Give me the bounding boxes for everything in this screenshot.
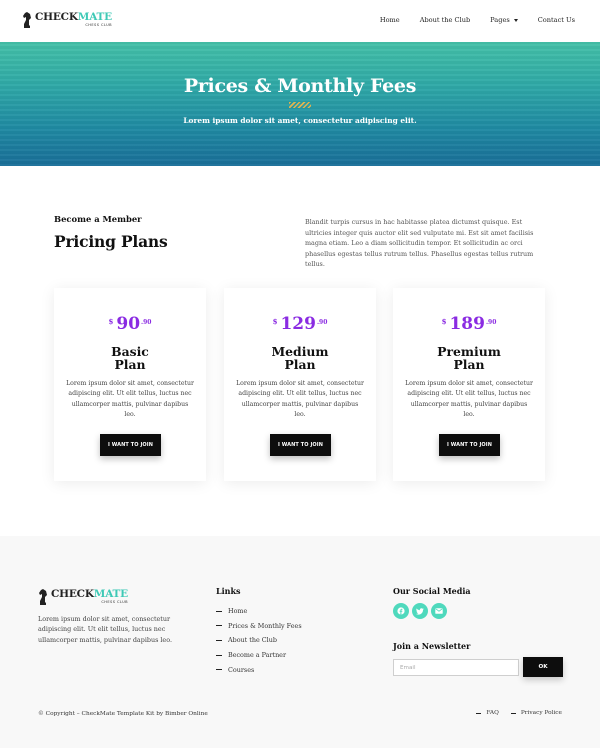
social-icons — [393, 603, 447, 619]
pricing-card-medium: $ 129 .90 Medium Plan Lorem ipsum dolor … — [224, 288, 376, 481]
price-currency: $ — [108, 317, 114, 326]
dash-icon — [510, 712, 516, 714]
dash-icon — [216, 610, 222, 612]
dash-icon — [216, 639, 222, 641]
plan-price: $ 90 .90 — [54, 315, 206, 333]
facebook-icon[interactable] — [393, 603, 409, 619]
plan-name-line2: Plan — [284, 357, 316, 372]
section-title: Pricing Plans — [54, 232, 168, 251]
footer-link-label: Home — [228, 607, 248, 616]
footer-link-home[interactable]: Home — [216, 604, 302, 619]
plan-price: $ 129 .90 — [224, 315, 376, 333]
dash-icon — [216, 669, 222, 671]
section-intro-text: Blandit turpis cursus in hac habitasse p… — [305, 218, 534, 269]
footer-link-label: About the Club — [228, 636, 277, 645]
nav-item-about[interactable]: About the Club — [420, 16, 470, 24]
hero-banner: Prices & Monthly Fees Lorem ipsum dolor … — [0, 42, 600, 166]
nav-item-home[interactable]: Home — [380, 16, 400, 24]
logo-brand-part1: CHECK — [51, 588, 94, 601]
chess-knight-icon — [22, 11, 32, 29]
footer-link-partner[interactable]: Become a Partner — [216, 648, 302, 663]
footer-link-label: Courses — [228, 665, 255, 674]
footer-link-label: Privacy Police — [520, 710, 562, 716]
site-header: CHECKMATE CHESS CLUB Home About the Club… — [0, 0, 600, 42]
hero-subtitle: Lorem ipsum dolor sit amet, consectetur … — [183, 116, 417, 125]
site-logo[interactable]: CHECKMATE CHESS CLUB — [22, 11, 112, 29]
nav-item-contact[interactable]: Contact Us — [538, 16, 575, 24]
dash-icon — [216, 654, 222, 656]
footer-link-label: FAQ — [486, 710, 499, 716]
social-title: Our Social Media — [393, 586, 471, 596]
email-icon[interactable] — [431, 603, 447, 619]
plan-name: Medium Plan — [224, 345, 376, 371]
decorative-stripes — [289, 102, 311, 108]
price-amount: 189 — [449, 314, 485, 334]
footer-bottom-links: FAQ Privacy Police — [476, 710, 562, 716]
footer-link-label: Prices & Monthly Fees — [228, 621, 302, 630]
dash-icon — [216, 625, 222, 627]
copyright-text: © Copyright – CheckMate Template Kit by … — [38, 711, 208, 717]
price-cents: .90 — [485, 319, 497, 326]
main-nav: Home About the Club Pages Contact Us — [380, 16, 575, 24]
page-title: Prices & Monthly Fees — [183, 75, 417, 97]
footer-logo[interactable]: CHECKMATE CHESS CLUB — [38, 588, 128, 606]
chess-knight-icon — [38, 588, 48, 606]
join-button[interactable]: I WANT TO JOIN — [100, 434, 161, 456]
join-button[interactable]: I WANT TO JOIN — [270, 434, 331, 456]
twitter-icon[interactable] — [412, 603, 428, 619]
logo-brand-part2: MATE — [93, 588, 128, 601]
logo-brand-part1: CHECK — [35, 11, 78, 24]
dash-icon — [476, 712, 482, 714]
plan-price: $ 189 .90 — [393, 315, 545, 333]
footer-links-title: Links — [216, 586, 241, 596]
footer-about-text: Lorem ipsum dolor sit amet, consectetur … — [38, 615, 172, 644]
logo-tagline: CHESS CLUB — [101, 599, 128, 604]
newsletter-email-input[interactable] — [393, 659, 519, 676]
plan-name-line2: Plan — [453, 357, 485, 372]
price-cents: .90 — [316, 319, 328, 326]
plan-name-line2: Plan — [114, 357, 146, 372]
footer-link-courses[interactable]: Courses — [216, 662, 302, 677]
price-cents: .90 — [141, 319, 152, 326]
plan-name: Premium Plan — [393, 345, 545, 371]
logo-brand-part2: MATE — [77, 11, 112, 24]
price-currency: $ — [272, 317, 278, 326]
footer-link-label: Become a Partner — [228, 651, 287, 660]
newsletter-title: Join a Newsletter — [393, 641, 471, 651]
site-footer: CHECKMATE CHESS CLUB Lorem ipsum dolor s… — [0, 536, 600, 748]
pricing-card-premium: $ 189 .90 Premium Plan Lorem ipsum dolor… — [393, 288, 545, 481]
pricing-card-basic: $ 90 .90 Basic Plan Lorem ipsum dolor si… — [54, 288, 206, 481]
footer-link-prices[interactable]: Prices & Monthly Fees — [216, 619, 302, 634]
footer-link-privacy[interactable]: Privacy Police — [510, 710, 562, 716]
price-currency: $ — [441, 317, 447, 326]
newsletter-submit-button[interactable]: OK — [523, 657, 563, 677]
footer-links-list: Home Prices & Monthly Fees About the Clu… — [216, 604, 302, 677]
join-button[interactable]: I WANT TO JOIN — [439, 434, 500, 456]
plan-description: Lorem ipsum dolor sit amet, consectetur … — [66, 380, 194, 419]
section-eyebrow: Become a Member — [54, 214, 142, 224]
plan-description: Lorem ipsum dolor sit amet, consectetur … — [405, 380, 533, 419]
plan-name: Basic Plan — [54, 345, 206, 371]
nav-item-pages[interactable]: Pages — [490, 16, 518, 24]
price-amount: 90 — [116, 314, 141, 334]
plan-description: Lorem ipsum dolor sit amet, consectetur … — [236, 380, 364, 419]
price-amount: 129 — [280, 314, 316, 334]
logo-tagline: CHESS CLUB — [85, 22, 112, 27]
footer-link-about[interactable]: About the Club — [216, 633, 302, 648]
footer-link-faq[interactable]: FAQ — [476, 710, 499, 716]
nav-item-pages-label: Pages — [490, 16, 510, 24]
chevron-down-icon — [513, 18, 518, 22]
